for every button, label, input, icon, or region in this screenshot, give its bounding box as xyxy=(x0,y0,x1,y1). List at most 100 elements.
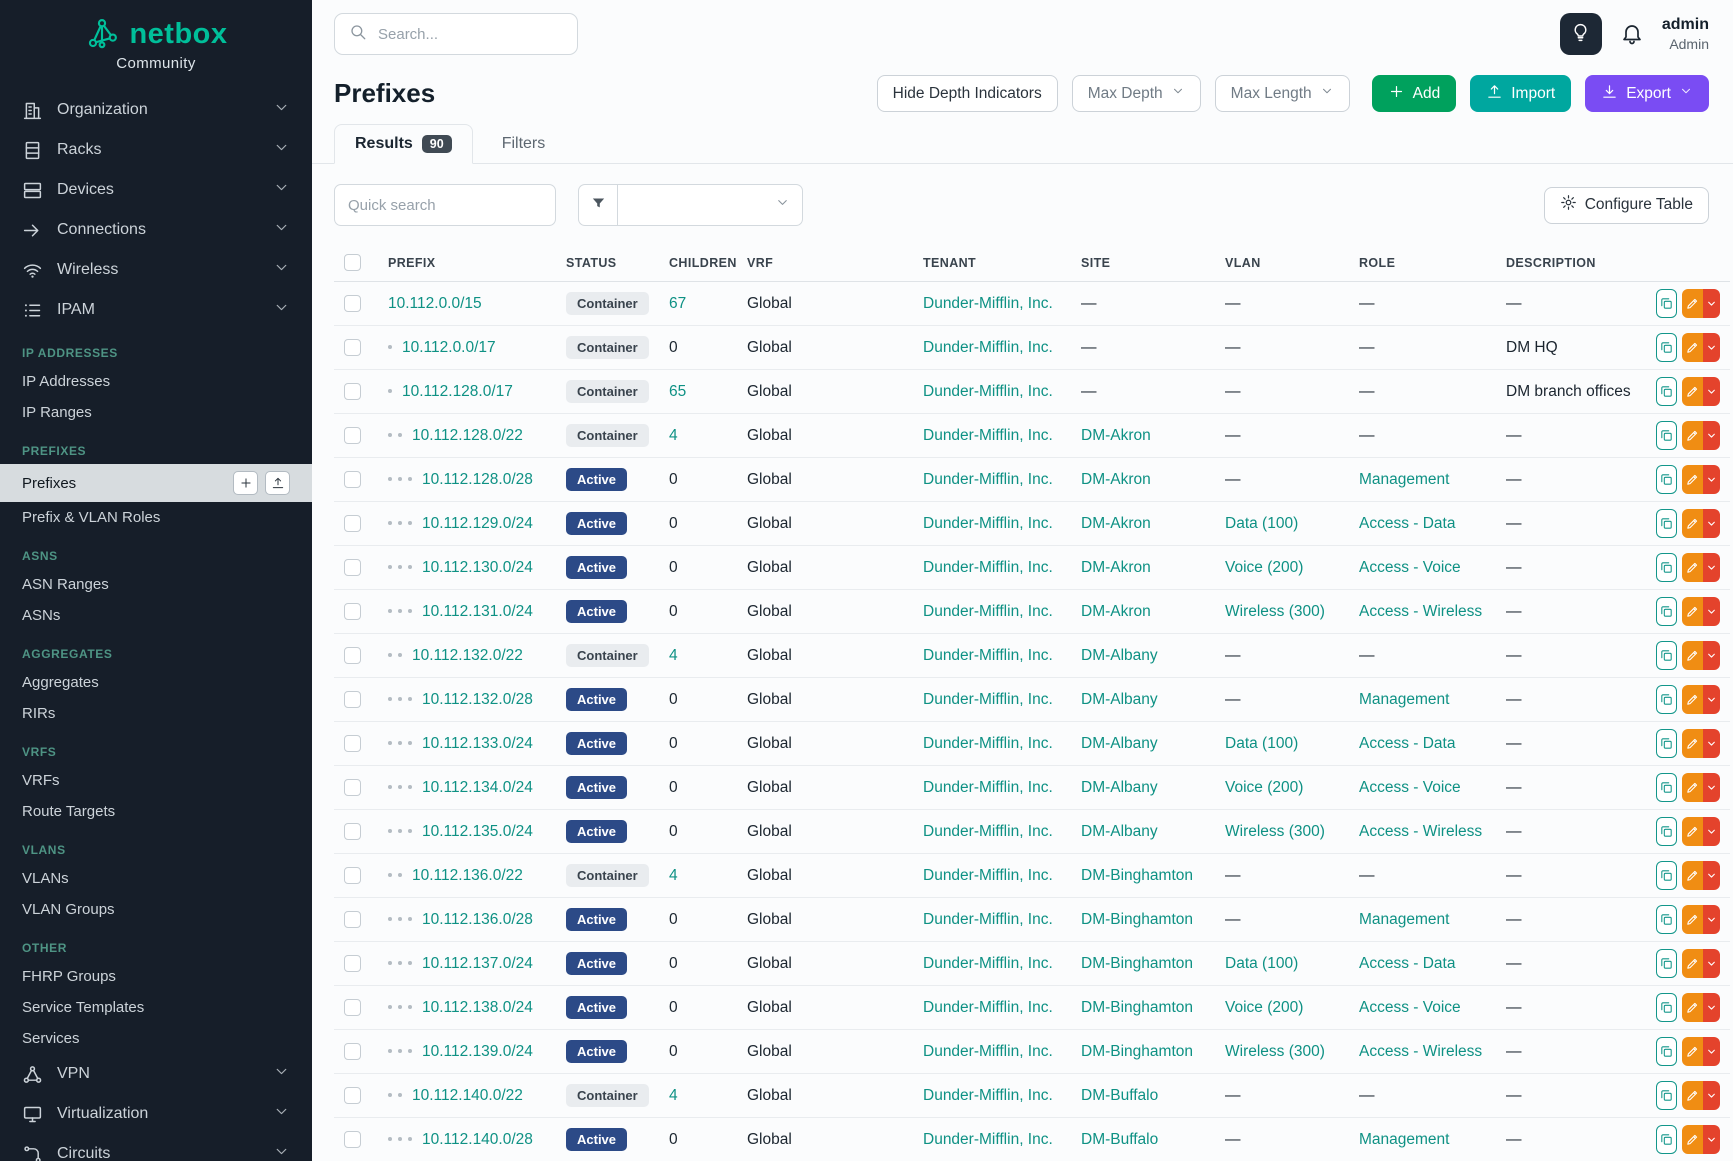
vlan-link[interactable]: Data (100) xyxy=(1225,515,1298,532)
row-dropdown-button[interactable] xyxy=(1703,553,1720,582)
sidebar-import-prefix-button[interactable] xyxy=(265,471,290,495)
tenant-link[interactable]: Dunder-Mifflin, Inc. xyxy=(923,471,1053,488)
sidebar-item-organization[interactable]: Organization xyxy=(0,90,312,130)
column-header-prefix[interactable]: PREFIX xyxy=(378,244,556,282)
row-dropdown-button[interactable] xyxy=(1703,641,1720,670)
row-dropdown-button[interactable] xyxy=(1703,1125,1720,1154)
notifications-button[interactable] xyxy=(1620,21,1644,48)
edit-button[interactable] xyxy=(1682,641,1702,670)
vlan-link[interactable]: Data (100) xyxy=(1225,955,1298,972)
row-checkbox[interactable] xyxy=(344,691,361,708)
edit-button[interactable] xyxy=(1682,1037,1702,1066)
clone-button[interactable] xyxy=(1656,949,1677,978)
tenant-link[interactable]: Dunder-Mifflin, Inc. xyxy=(923,1131,1053,1148)
children-count-link[interactable]: 65 xyxy=(669,383,686,400)
row-checkbox[interactable] xyxy=(344,867,361,884)
prefix-link[interactable]: 10.112.140.0/28 xyxy=(422,1131,533,1148)
edit-button[interactable] xyxy=(1682,1125,1702,1154)
clone-button[interactable] xyxy=(1656,993,1677,1022)
site-link[interactable]: DM-Albany xyxy=(1081,823,1158,840)
theme-toggle-button[interactable] xyxy=(1560,13,1602,55)
children-count-link[interactable]: 4 xyxy=(669,427,678,444)
role-link[interactable]: Access - Data xyxy=(1359,735,1455,752)
edit-button[interactable] xyxy=(1682,993,1702,1022)
prefix-link[interactable]: 10.112.136.0/28 xyxy=(422,911,533,928)
tab-results[interactable]: Results 90 xyxy=(334,124,473,164)
site-link[interactable]: DM-Binghamton xyxy=(1081,867,1193,884)
prefix-link[interactable]: 10.112.140.0/22 xyxy=(412,1087,523,1104)
saved-filter-select[interactable] xyxy=(617,184,803,226)
clone-button[interactable] xyxy=(1656,773,1677,802)
edit-button[interactable] xyxy=(1682,1081,1702,1110)
prefix-link[interactable]: 10.112.130.0/24 xyxy=(422,559,533,576)
site-link[interactable]: DM-Akron xyxy=(1081,603,1151,620)
clone-button[interactable] xyxy=(1656,729,1677,758)
edit-button[interactable] xyxy=(1682,377,1702,406)
site-link[interactable]: DM-Binghamton xyxy=(1081,999,1193,1016)
row-dropdown-button[interactable] xyxy=(1703,905,1720,934)
edit-button[interactable] xyxy=(1682,949,1702,978)
tenant-link[interactable]: Dunder-Mifflin, Inc. xyxy=(923,1087,1053,1104)
prefix-link[interactable]: 10.112.138.0/24 xyxy=(422,999,533,1016)
tenant-link[interactable]: Dunder-Mifflin, Inc. xyxy=(923,867,1053,884)
tab-filters[interactable]: Filters xyxy=(481,124,567,164)
import-button[interactable]: Import xyxy=(1470,75,1571,112)
tenant-link[interactable]: Dunder-Mifflin, Inc. xyxy=(923,823,1053,840)
select-all-checkbox[interactable] xyxy=(344,254,361,271)
row-dropdown-button[interactable] xyxy=(1703,949,1720,978)
sidebar-item-ip-addresses[interactable]: IP Addresses xyxy=(0,366,312,397)
hide-depth-indicators-button[interactable]: Hide Depth Indicators xyxy=(877,75,1058,112)
row-checkbox[interactable] xyxy=(344,735,361,752)
row-checkbox[interactable] xyxy=(344,559,361,576)
max-depth-button[interactable]: Max Depth xyxy=(1072,75,1201,112)
edit-button[interactable] xyxy=(1682,597,1702,626)
vlan-link[interactable]: Wireless (300) xyxy=(1225,603,1325,620)
tenant-link[interactable]: Dunder-Mifflin, Inc. xyxy=(923,603,1053,620)
vlan-link[interactable]: Wireless (300) xyxy=(1225,1043,1325,1060)
column-header-vlan[interactable]: VLAN xyxy=(1215,244,1349,282)
sidebar-item-vpn[interactable]: VPN xyxy=(0,1054,312,1094)
children-count-link[interactable]: 4 xyxy=(669,1087,678,1104)
column-header-description[interactable]: DESCRIPTION xyxy=(1496,244,1646,282)
children-count-link[interactable]: 4 xyxy=(669,867,678,884)
max-length-button[interactable]: Max Length xyxy=(1215,75,1350,112)
row-dropdown-button[interactable] xyxy=(1703,993,1720,1022)
row-checkbox[interactable] xyxy=(344,427,361,444)
row-dropdown-button[interactable] xyxy=(1703,773,1720,802)
clone-button[interactable] xyxy=(1656,553,1677,582)
row-checkbox[interactable] xyxy=(344,1131,361,1148)
site-link[interactable]: DM-Albany xyxy=(1081,735,1158,752)
clone-button[interactable] xyxy=(1656,289,1677,318)
column-header-status[interactable]: STATUS xyxy=(556,244,659,282)
clone-button[interactable] xyxy=(1656,1037,1677,1066)
site-link[interactable]: DM-Binghamton xyxy=(1081,955,1193,972)
sidebar-item-rirs[interactable]: RIRs xyxy=(0,698,312,729)
row-dropdown-button[interactable] xyxy=(1703,509,1720,538)
prefix-link[interactable]: 10.112.134.0/24 xyxy=(422,779,533,796)
site-link[interactable]: DM-Akron xyxy=(1081,559,1151,576)
prefix-link[interactable]: 10.112.132.0/22 xyxy=(412,647,523,664)
tenant-link[interactable]: Dunder-Mifflin, Inc. xyxy=(923,427,1053,444)
row-checkbox[interactable] xyxy=(344,295,361,312)
sidebar-item-ipam[interactable]: IPAM xyxy=(0,290,312,330)
sidebar-item-circuits[interactable]: Circuits xyxy=(0,1134,312,1161)
row-dropdown-button[interactable] xyxy=(1703,817,1720,846)
site-link[interactable]: DM-Binghamton xyxy=(1081,911,1193,928)
sidebar-item-devices[interactable]: Devices xyxy=(0,170,312,210)
tenant-link[interactable]: Dunder-Mifflin, Inc. xyxy=(923,383,1053,400)
edit-button[interactable] xyxy=(1682,773,1702,802)
sidebar-item-asn-ranges[interactable]: ASN Ranges xyxy=(0,569,312,600)
column-header-site[interactable]: SITE xyxy=(1071,244,1215,282)
row-checkbox[interactable] xyxy=(344,1087,361,1104)
vlan-link[interactable]: Wireless (300) xyxy=(1225,823,1325,840)
site-link[interactable]: DM-Albany xyxy=(1081,779,1158,796)
vlan-link[interactable]: Voice (200) xyxy=(1225,779,1303,796)
sidebar-item-wireless[interactable]: Wireless xyxy=(0,250,312,290)
children-count-link[interactable]: 4 xyxy=(669,647,678,664)
role-link[interactable]: Access - Wireless xyxy=(1359,1043,1482,1060)
row-checkbox[interactable] xyxy=(344,515,361,532)
vlan-link[interactable]: Voice (200) xyxy=(1225,559,1303,576)
row-checkbox[interactable] xyxy=(344,603,361,620)
row-checkbox[interactable] xyxy=(344,779,361,796)
vlan-link[interactable]: Data (100) xyxy=(1225,735,1298,752)
